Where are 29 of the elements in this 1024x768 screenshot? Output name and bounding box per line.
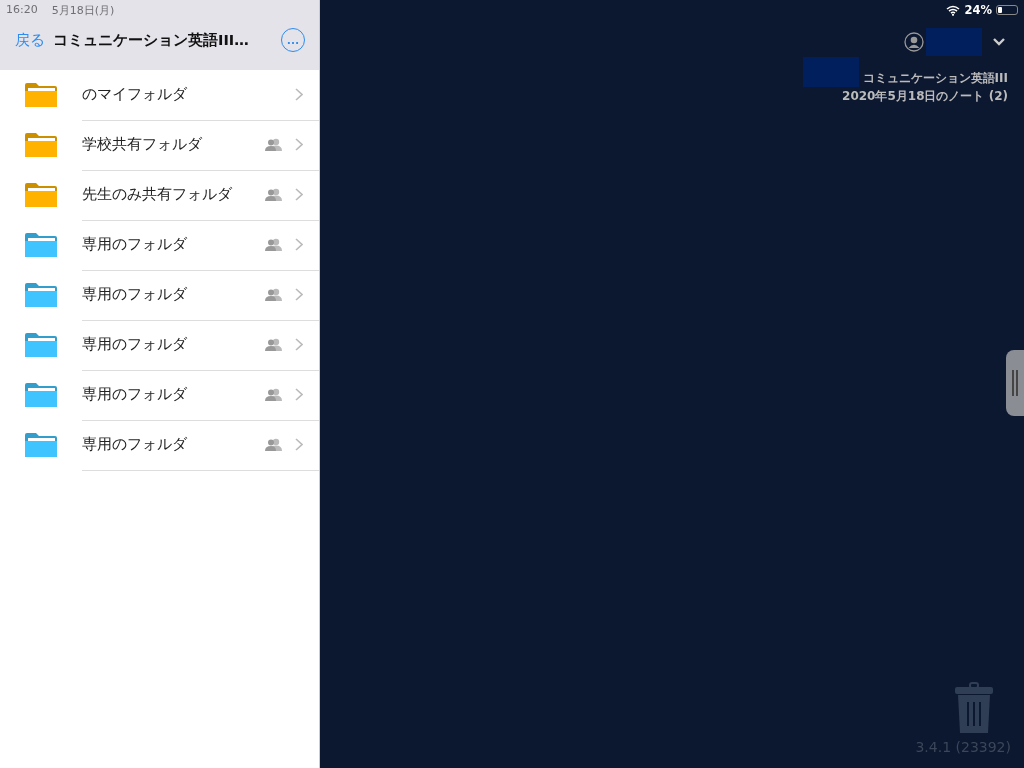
folder-name[interactable]: 専用のフォルダ (82, 385, 265, 404)
chevron-icon (295, 338, 303, 351)
folder-name[interactable]: 学校共有フォルダ (82, 135, 265, 154)
folder-name[interactable]: 専用のフォルダ (82, 285, 265, 304)
chevron-down-icon[interactable] (992, 37, 1006, 47)
folder-name[interactable]: 専用のフォルダ (82, 235, 265, 254)
redacted-block (802, 57, 859, 87)
battery-icon (996, 5, 1018, 15)
status-date: 5月18日(月) (51, 3, 115, 18)
chevron-icon (295, 188, 303, 201)
navigation-title: コミュニケーション英語III… (53, 30, 250, 50)
wifi-icon (946, 4, 961, 16)
side-handle[interactable] (1006, 350, 1024, 416)
chevron-icon (295, 138, 303, 151)
status-time: 16:20 (6, 3, 38, 18)
chevron-icon (295, 88, 303, 101)
folder-name[interactable]: 先生のみ共有フォルダ (82, 185, 265, 204)
folder-name[interactable]: 専用のフォルダ (82, 335, 265, 354)
folder-name[interactable]: 専用のフォルダ (82, 435, 265, 454)
chevron-icon (295, 288, 303, 301)
chevron-icon (295, 238, 303, 251)
user-avatar-icon[interactable] (904, 32, 924, 52)
note-title: 2020年5月18日のノート (2) (842, 88, 1008, 105)
redacted-block (926, 28, 982, 56)
folder-name[interactable]: のマイフォルダ (82, 85, 283, 104)
chevron-icon (295, 438, 303, 451)
chevron-icon (295, 388, 303, 401)
course-name: コミュニケーション英語III (862, 70, 1008, 87)
battery-percentage: 24% (964, 3, 992, 17)
